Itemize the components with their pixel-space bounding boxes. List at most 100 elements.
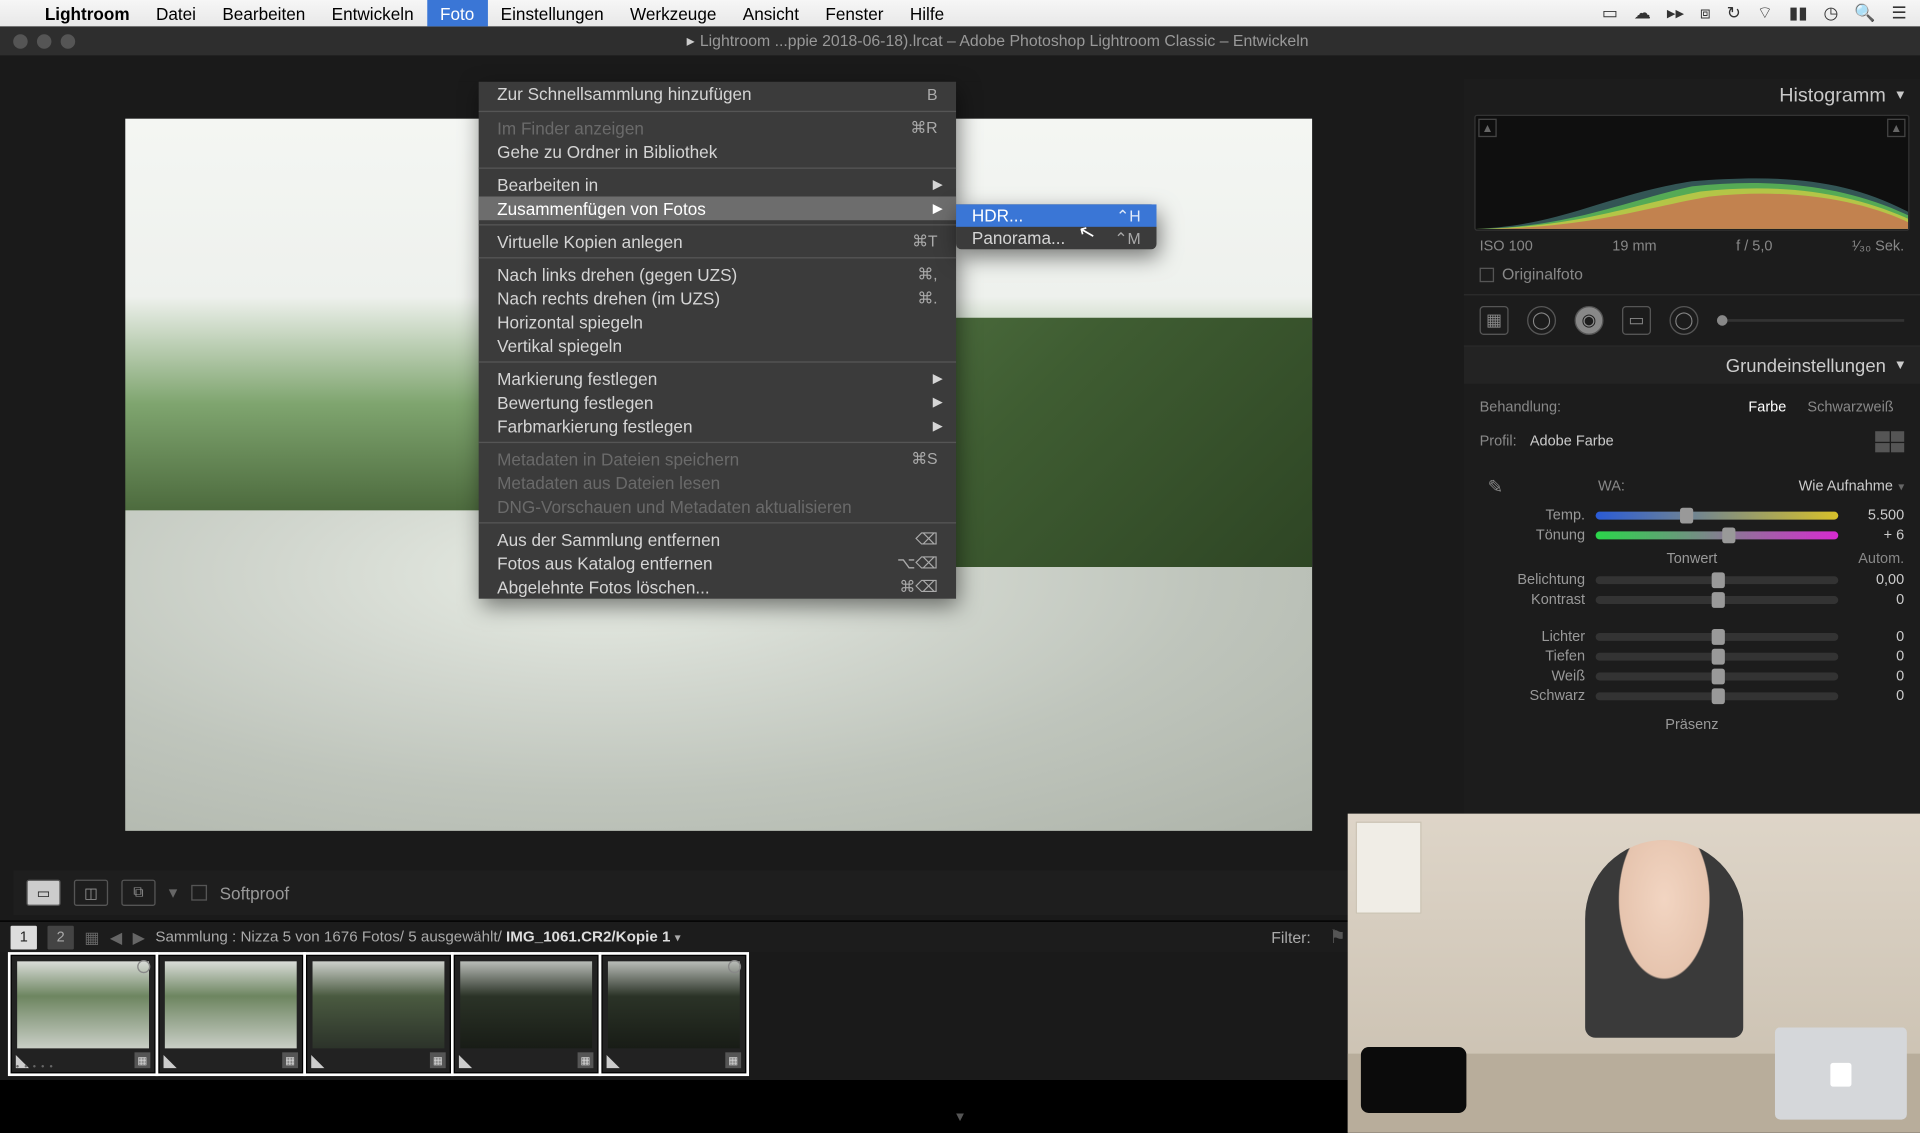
menu-item-delete-rejected[interactable]: Abgelehnte Fotos löschen...⌘⌫ [479, 575, 956, 599]
treatment-color[interactable]: Farbe [1738, 397, 1797, 418]
compare-icon[interactable]: ⧉ [121, 880, 155, 906]
thumb-4[interactable]: ▦ [454, 955, 599, 1074]
menu-item-remove-catalog[interactable]: Fotos aus Katalog entfernen⌥⌫ [479, 551, 956, 575]
traffic-lights[interactable] [0, 34, 75, 49]
menubar-status-icons: ▭ ☁ ▸▸ ⧈ ↻ ⌔ ▮▮ ◷ 🔍 ☰ [1602, 3, 1920, 24]
cloud-icon[interactable]: ☁ [1634, 3, 1651, 24]
shadows-slider[interactable] [1596, 653, 1839, 661]
window-titlebar: ▸Lightroom ...ppie 2018-06-18).lrcat – A… [0, 26, 1920, 55]
menu-werkzeuge[interactable]: Werkzeuge [617, 0, 730, 26]
contrast-slider[interactable] [1596, 596, 1839, 604]
auto-tone-button[interactable]: Autom. [1858, 551, 1904, 567]
menu-item-rotate-left[interactable]: Nach links drehen (gegen UZS)⌘, [479, 262, 956, 286]
wifi-icon[interactable]: ⌔ [1757, 3, 1773, 24]
brush-size-line[interactable] [1717, 319, 1904, 322]
menu-item-edit-in[interactable]: Bearbeiten in▶ [479, 173, 956, 197]
foto-dropdown-menu: Zur Schnellsammlung hinzufügenB Im Finde… [479, 82, 956, 599]
menu-item-remove-collection[interactable]: Aus der Sammlung entfernen⌫ [479, 527, 956, 551]
dropbox-icon[interactable]: ⧈ [1700, 3, 1711, 24]
filter-flag-icon[interactable]: ⚑ [1329, 926, 1346, 948]
before-after-icon[interactable]: ◫ [74, 880, 108, 906]
exif-iso: ISO 100 [1480, 239, 1533, 255]
softproof-checkbox[interactable] [191, 885, 207, 901]
prev-icon[interactable]: ◀ [110, 928, 122, 946]
menu-fenster[interactable]: Fenster [812, 0, 896, 26]
temp-slider[interactable] [1596, 512, 1839, 520]
menu-item-set-flag[interactable]: Markierung festlegen▶ [479, 367, 956, 391]
menu-item-rotate-right[interactable]: Nach rechts drehen (im UZS)⌘. [479, 286, 956, 310]
wb-dropper-icon[interactable]: ✎ [1480, 471, 1512, 503]
document-title: ▸Lightroom ...ppie 2018-06-18).lrcat – A… [75, 32, 1920, 50]
menu-item-quick-collection[interactable]: Zur Schnellsammlung hinzufügenB [479, 82, 956, 107]
exif-focal: 19 mm [1612, 239, 1656, 255]
menu-bearbeiten[interactable]: Bearbeiten [209, 0, 318, 26]
gradient-tool-icon[interactable]: ▭ [1622, 306, 1651, 335]
secondary-toolbar: ▭ ◫ ⧉ ▾ Softproof [13, 870, 1424, 915]
workspace: Zur Schnellsammlung hinzufügenB Im Finde… [0, 55, 1920, 1080]
menu-ansicht[interactable]: Ansicht [730, 0, 813, 26]
profile-value[interactable]: Adobe Farbe [1530, 434, 1614, 450]
thumb-1[interactable]: ▦• • • • • [11, 955, 156, 1074]
local-tools-strip: ▦ ◯ ◉ ▭ ◯ [1464, 294, 1920, 347]
spotlight-icon[interactable]: 🔍 [1854, 3, 1875, 24]
menu-einstellungen[interactable]: Einstellungen [487, 0, 616, 26]
filmstrip-header: 1 2 ▦ ◀ ▶ Sammlung : Nizza 5 von 1676 Fo… [0, 920, 1464, 952]
clip-shadow-icon[interactable]: ▲ [1478, 119, 1496, 137]
next-icon[interactable]: ▶ [133, 928, 145, 946]
tint-slider[interactable] [1596, 531, 1839, 539]
thumb-3[interactable]: ▦ [306, 955, 451, 1074]
blacks-slider[interactable] [1596, 692, 1839, 700]
menu-item-flip-v[interactable]: Vertikal spiegeln [479, 334, 956, 358]
loupe-view-icon[interactable]: ▭ [26, 880, 60, 906]
histogram-header[interactable]: Histogramm▼ [1464, 79, 1920, 112]
menu-item-merge-photos[interactable]: Zusammenfügen von Fotos▶ [479, 196, 956, 220]
menu-foto[interactable]: Foto [427, 0, 488, 26]
grid-icon[interactable]: ▦ [84, 928, 99, 946]
sync-icon[interactable]: ↻ [1727, 3, 1741, 24]
menu-item-flip-h[interactable]: Horizontal spiegeln [479, 310, 956, 334]
treatment-bw[interactable]: Schwarzweiß [1797, 397, 1904, 418]
menu-item-show-finder: Im Finder anzeigen⌘R [479, 116, 956, 140]
clip-highlight-icon[interactable]: ▲ [1887, 119, 1905, 137]
submenu-item-hdr[interactable]: HDR...⌃H [956, 204, 1156, 226]
thumb-2[interactable]: ▦ [158, 955, 303, 1074]
thumb-5[interactable]: ▦ [601, 955, 746, 1074]
menu-item-read-metadata: Metadaten aus Dateien lesen [479, 471, 956, 495]
filmstrip[interactable]: ▦• • • • • ▦ ▦ ▦ ▦ [11, 955, 749, 1079]
menu-item-goto-folder[interactable]: Gehe zu Ordner in Bibliothek [479, 140, 956, 164]
menu-icon[interactable]: ☰ [1891, 3, 1906, 24]
menu-hilfe[interactable]: Hilfe [897, 0, 958, 26]
clock-icon[interactable]: ◷ [1824, 3, 1839, 24]
basic-section-header[interactable]: Grundeinstellungen▼ [1464, 347, 1920, 384]
whites-slider[interactable] [1596, 673, 1839, 681]
radial-tool-icon[interactable]: ◯ [1669, 306, 1698, 335]
app-name[interactable]: Lightroom [32, 3, 143, 23]
menu-entwickeln[interactable]: Entwickeln [318, 0, 426, 26]
exposure-slider[interactable] [1596, 576, 1839, 584]
histogram[interactable]: ▲ ▲ [1474, 115, 1909, 231]
profile-browser-icon[interactable] [1875, 431, 1904, 452]
display-1[interactable]: 1 [11, 925, 37, 949]
menu-item-set-rating[interactable]: Bewertung festlegen▶ [479, 390, 956, 414]
webcam-overlay [1348, 814, 1920, 1133]
status-icon[interactable]: ▭ [1602, 3, 1618, 24]
submenu-item-panorama[interactable]: Panorama...⌃M [956, 227, 1156, 249]
merge-submenu: HDR...⌃H Panorama...⌃M [956, 204, 1156, 249]
spot-tool-icon[interactable]: ◯ [1527, 306, 1556, 335]
highlights-slider[interactable] [1596, 633, 1839, 641]
menu-item-update-dng: DNG-Vorschauen und Metadaten aktualisier… [479, 495, 956, 519]
play-icon[interactable]: ▸▸ [1667, 3, 1684, 24]
softproof-label: Softproof [220, 883, 290, 903]
filmstrip-collapse-icon[interactable]: ▼ [953, 1110, 966, 1125]
battery-icon[interactable]: ▮▮ [1789, 3, 1808, 24]
menu-item-save-metadata: Metadaten in Dateien speichern⌘S [479, 447, 956, 471]
menu-datei[interactable]: Datei [143, 0, 209, 26]
wb-preset[interactable]: Wie Aufnahme [1799, 479, 1893, 495]
crop-tool-icon[interactable]: ▦ [1480, 306, 1509, 335]
menu-item-virtual-copy[interactable]: Virtuelle Kopien anlegen⌘T [479, 229, 956, 253]
menu-item-set-color[interactable]: Farbmarkierung festlegen▶ [479, 414, 956, 438]
exif-row: ISO 100 19 mm f / 5,0 ¹⁄₃₀ Sek. [1464, 233, 1920, 259]
original-toggle[interactable]: Originalfoto [1464, 260, 1920, 289]
redeye-tool-icon[interactable]: ◉ [1575, 306, 1604, 335]
display-2[interactable]: 2 [47, 925, 73, 949]
